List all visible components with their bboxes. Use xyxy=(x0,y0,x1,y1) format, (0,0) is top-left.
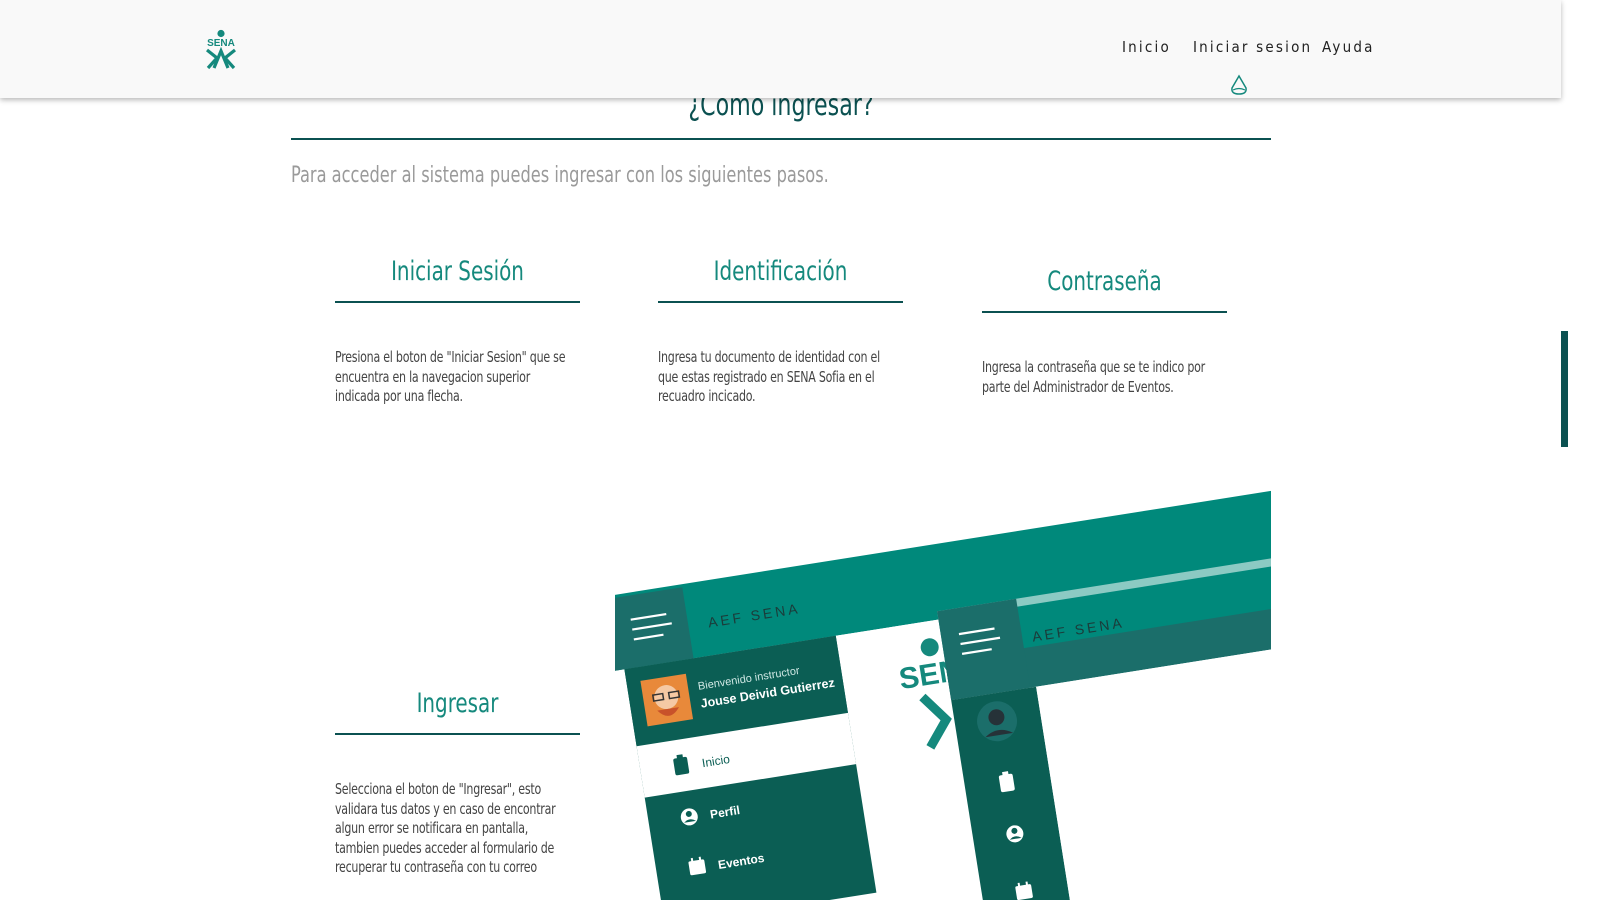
step-title-iniciar-sesion: Iniciar Sesión xyxy=(391,256,524,287)
nav-link-iniciar-sesion[interactable]: Iniciar sesion xyxy=(1193,38,1312,56)
title-divider xyxy=(291,138,1271,140)
nav-link-ayuda[interactable]: Ayuda xyxy=(1322,38,1375,56)
pointer-arrow-icon xyxy=(1231,74,1247,95)
step-divider xyxy=(335,301,580,303)
app-preview-image: AEF SENA SENA Bienvenido instructor Jous… xyxy=(615,490,1271,900)
side-scroll-tab[interactable] xyxy=(1561,331,1568,447)
step-text-iniciar-sesion: Presiona el boton de "Iniciar Sesion" qu… xyxy=(335,348,566,405)
step-title-ingresar: Ingresar xyxy=(416,688,499,719)
step-text-contrasena: Ingresa la contraseña que se te indico p… xyxy=(982,358,1205,396)
intro-text: Para acceder al sistema puedes ingresar … xyxy=(291,163,829,188)
step-title-contrasena: Contraseña xyxy=(1047,266,1162,297)
user-avatar xyxy=(640,673,694,727)
step-divider xyxy=(658,301,903,303)
step-title-identificacion: Identificación xyxy=(713,256,848,287)
step-divider xyxy=(335,733,580,735)
step-divider xyxy=(982,311,1227,313)
step-text-ingresar: Selecciona el boton de "Ingresar", esto … xyxy=(335,780,556,876)
nav-link-inicio[interactable]: Inicio xyxy=(1122,38,1171,56)
sena-logo[interactable]: SENA xyxy=(200,29,242,71)
top-navbar: SENA Inicio Iniciar sesion Ayuda xyxy=(0,0,1561,98)
step-text-identificacion: Ingresa tu documento de identidad con el… xyxy=(658,348,880,405)
app-preview-graphic: AEF SENA SENA Bienvenido instructor Jous… xyxy=(615,490,1271,900)
